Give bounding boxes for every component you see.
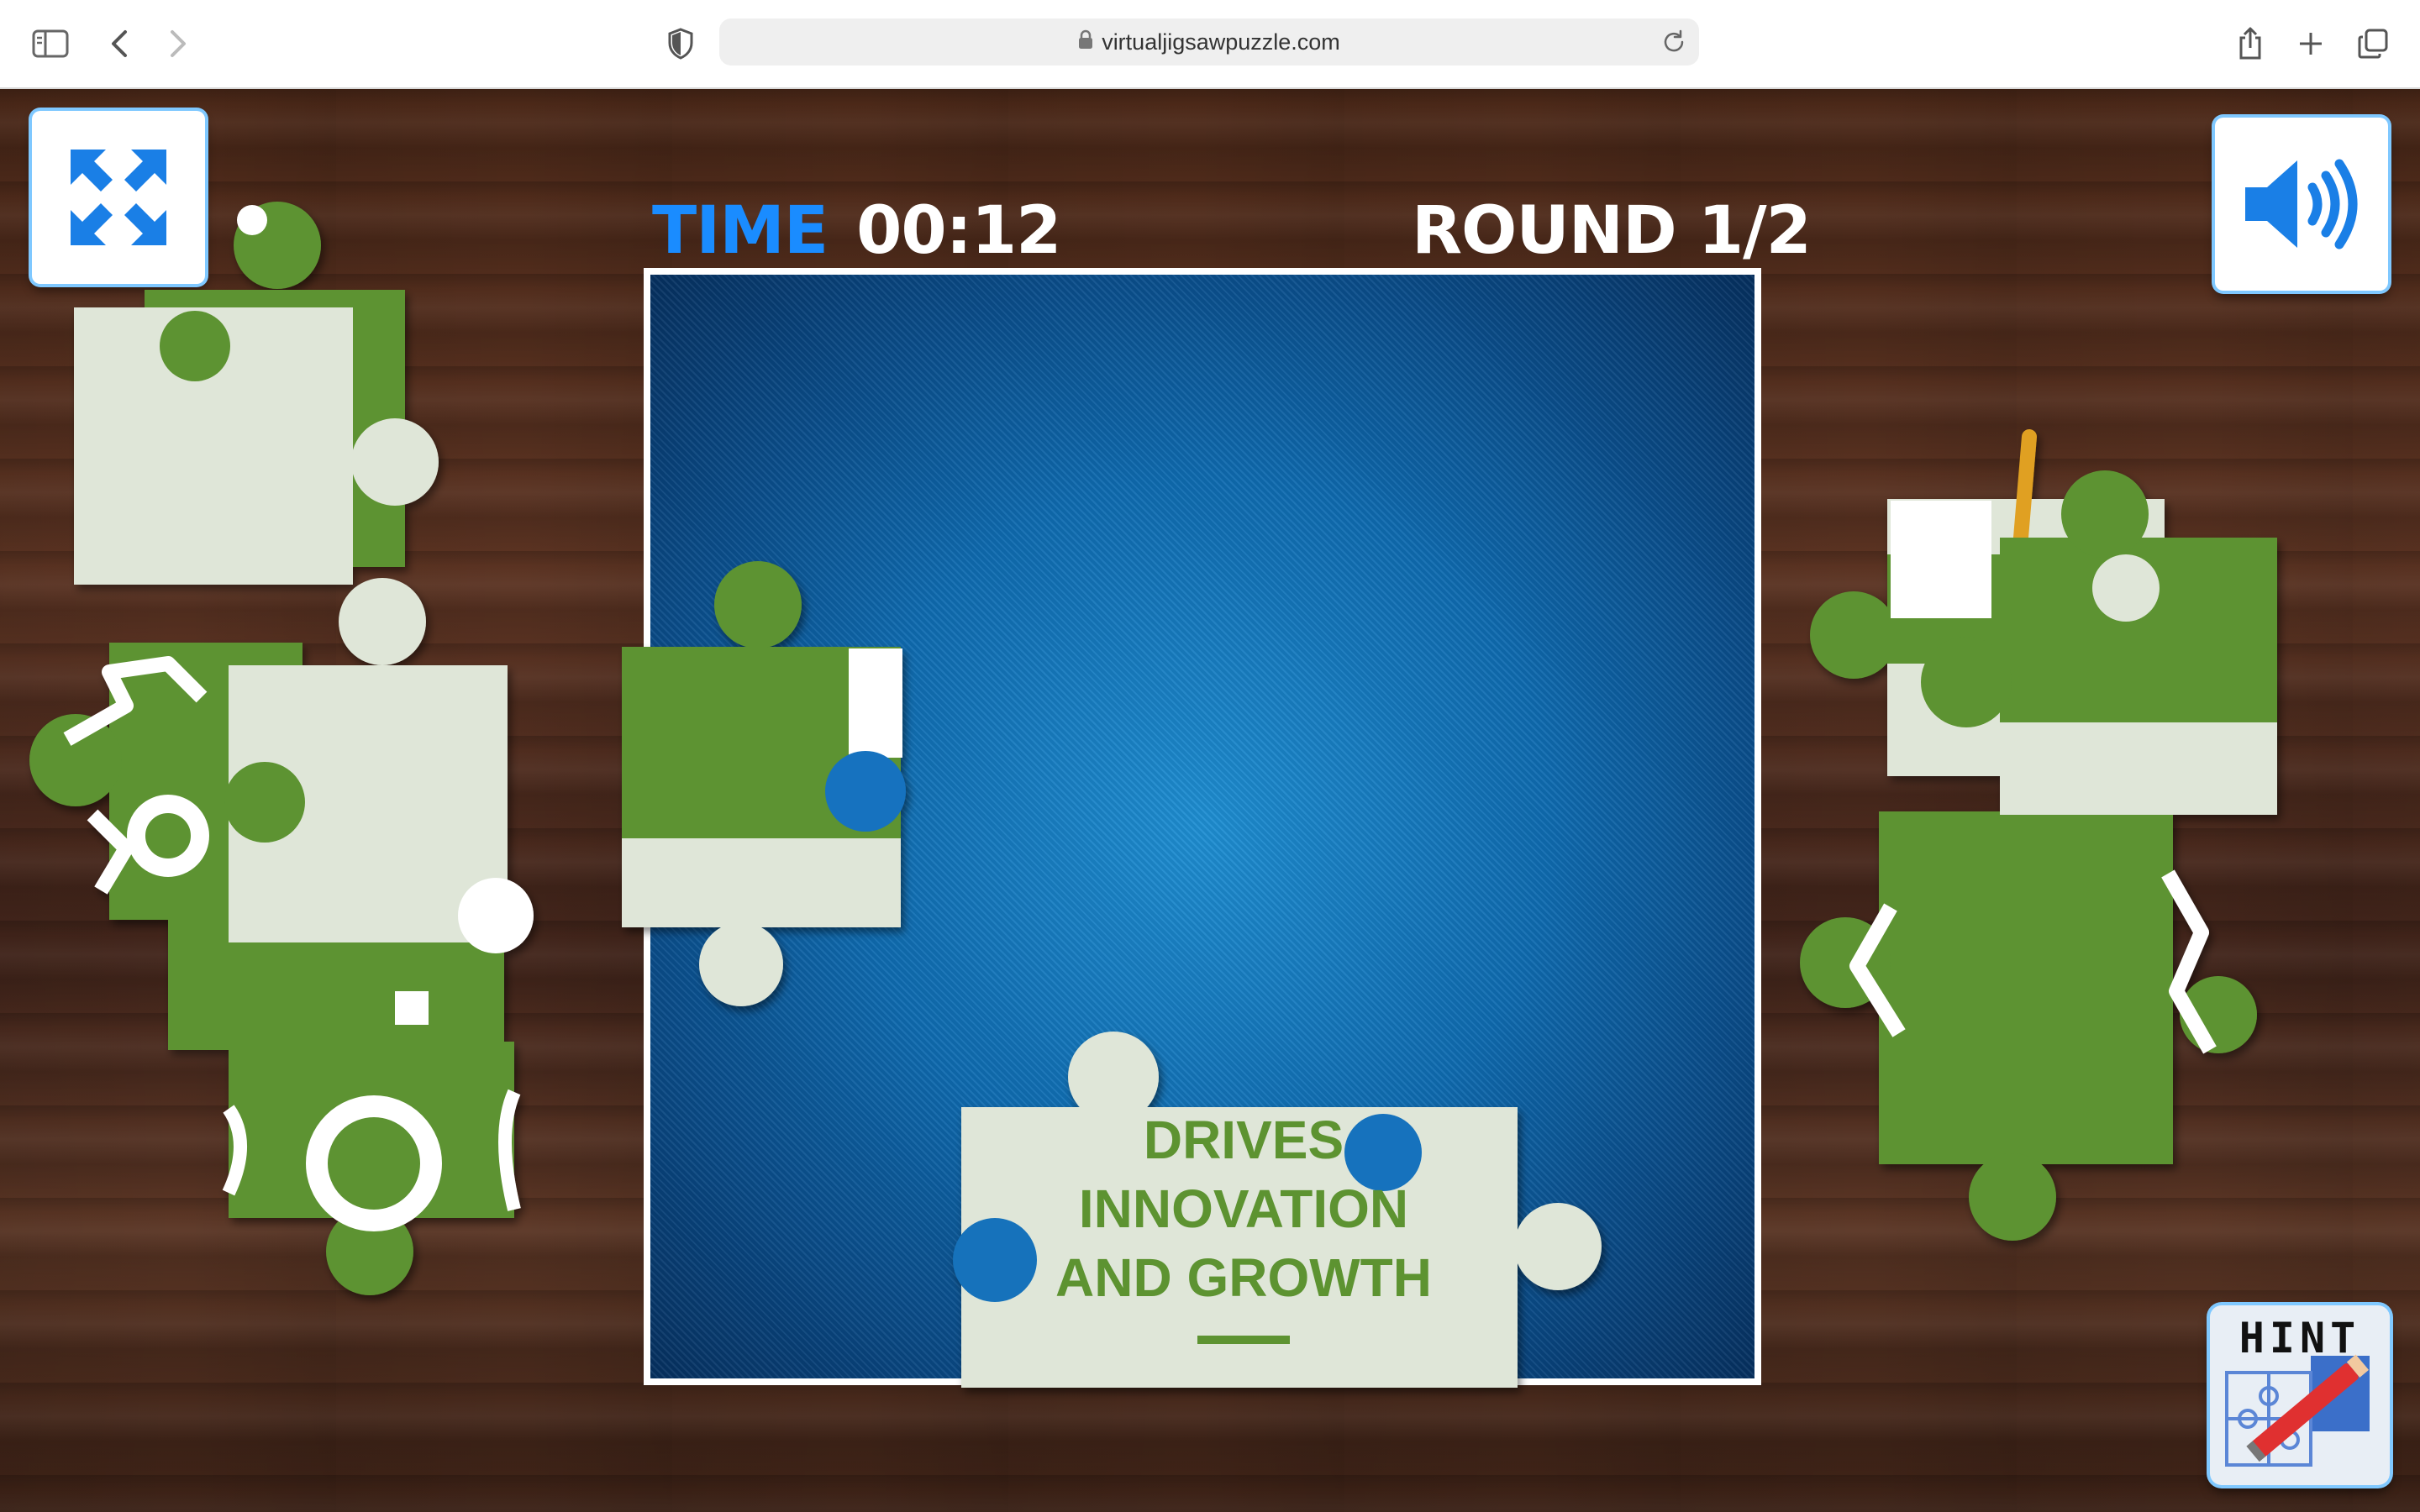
piece-text: DRIVES INNOVATION AND GROWTH xyxy=(992,1105,1496,1344)
game-area: TIME 00:12 ROUND 1/2 DRIVES INNOVATION A… xyxy=(0,89,2420,1512)
hint-button[interactable]: HINT xyxy=(2210,1305,2390,1485)
hint-label: HINT xyxy=(2238,1314,2361,1362)
puzzle-piece[interactable] xyxy=(224,578,534,953)
piece-text-line-1: DRIVES xyxy=(1143,1110,1344,1170)
sidebar-icon[interactable] xyxy=(25,18,76,69)
url-text: virtualjigsawpuzzle.com xyxy=(1102,29,1340,55)
piece-text-line-3: AND GROWTH xyxy=(1055,1247,1432,1308)
puzzle-piece[interactable] xyxy=(222,1042,521,1295)
share-icon[interactable] xyxy=(2225,18,2275,69)
new-tab-icon[interactable] xyxy=(2286,18,2336,69)
shield-icon[interactable] xyxy=(655,18,706,69)
lock-icon xyxy=(1078,29,1093,55)
piece-text-line-2: INNOVATION xyxy=(1078,1179,1409,1239)
forward-icon[interactable] xyxy=(153,18,203,69)
puzzle-piece[interactable] xyxy=(1800,811,2257,1241)
reload-icon[interactable] xyxy=(1660,29,1687,55)
tabs-icon[interactable] xyxy=(2348,18,2398,69)
back-icon[interactable] xyxy=(94,18,145,69)
address-bar[interactable]: virtualjigsawpuzzle.com xyxy=(719,18,1699,66)
browser-toolbar: virtualjigsawpuzzle.com xyxy=(0,0,2420,89)
puzzle-piece[interactable] xyxy=(622,561,906,1006)
piece-text-underline xyxy=(1197,1336,1290,1344)
